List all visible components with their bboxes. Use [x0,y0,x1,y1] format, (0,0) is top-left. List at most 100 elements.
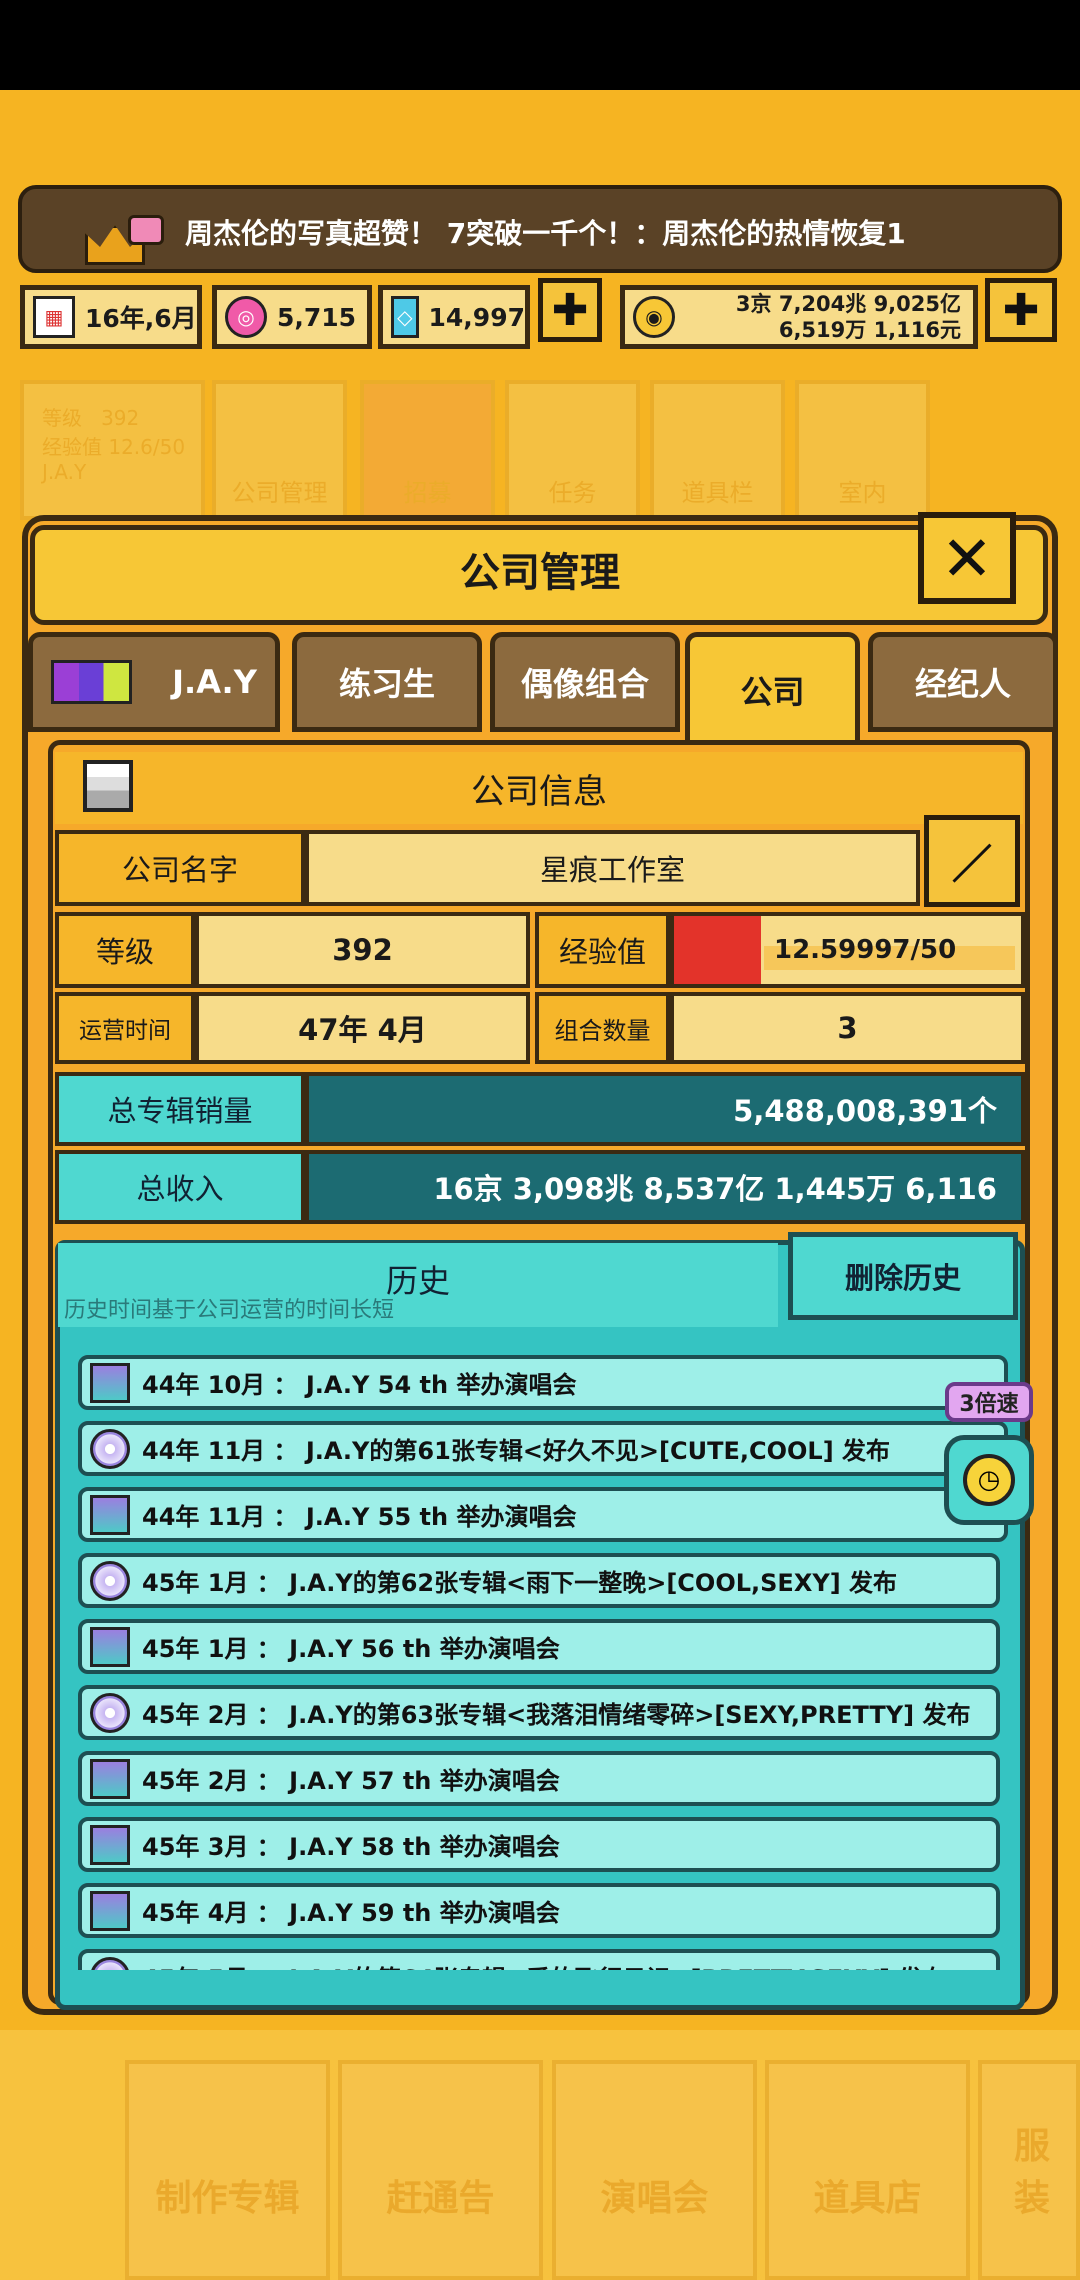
close-icon: ✕ [941,521,993,595]
bg-menu-quest: 任务 [505,380,640,520]
history-item: 44年 10月 ： J.A.Y 54 th 举办演唱会 [78,1355,1008,1410]
history-item: 45年 2月 ： J.A.Y 57 th 举办演唱会 [78,1751,1000,1806]
date-display: ▦ 16年,6月 [20,285,202,349]
history-item-text: 45年 1月 ： J.A.Y 56 th 举办演唱会 [142,1635,560,1663]
ticker-text: 周杰伦的写真超赞！ 7突破一千个！：周杰伦的热情恢复1 [185,217,906,250]
bg-group-label: J.A.Y [42,460,87,484]
add-diamonds-button[interactable]: ✚ [538,278,602,342]
history-item: 45年 3月 ： J.A.Y 58 th 举办演唱会 [78,1817,1000,1872]
close-button[interactable]: ✕ [918,512,1016,604]
edit-name-button[interactable]: ／ [924,815,1020,907]
nav-label: 道具店 [813,2178,922,2219]
run-time-value: 47年 4月 [195,992,530,1064]
sales-label: 总专辑销量 [55,1072,305,1146]
bg-menu-inventory: 道具栏 [650,380,785,520]
history-item: 45年 1月 ： J.A.Y 56 th 举办演唱会 [78,1619,1000,1674]
nav-label: 演唱会 [600,2178,709,2219]
bg-menu-label: 任务 [548,479,597,507]
concert-icon [90,1494,130,1535]
sales-value: 5,488,008,391个 [305,1072,1025,1146]
money-display: ◉ 3京 7,204兆 9,025亿 6,519万 1,116元 [620,285,978,349]
gems-display: ◎ 5,715 [212,285,372,349]
bg-menu-label: 道具栏 [681,479,754,507]
bg-menu-recruit: 招募 [360,380,495,520]
company-name-value: 星痕工作室 [305,830,920,906]
diamonds-display: ◇ 14,997 [378,285,530,349]
history-item: 44年 11月 ： J.A.Y 55 th 举办演唱会 [78,1487,1008,1542]
money-line-2: 6,519万 1,116元 [778,318,961,342]
income-label: 总收入 [55,1150,305,1224]
money-line-1: 3京 7,204兆 9,025亿 [735,292,961,316]
tab-jay[interactable]: J.A.Y [28,632,280,732]
bg-level-value: 392 [101,406,140,430]
tab-agents[interactable]: 经纪人 [868,632,1058,732]
tab-label: 偶像组合 [520,665,649,703]
coin-icon: ◉ [633,296,675,338]
delete-history-button[interactable]: 删除历史 [788,1232,1018,1320]
nav-make-album[interactable]: 制作专辑 [125,2060,330,2280]
history-note: 历史时间基于公司运营的时间长短 [64,1298,395,1323]
album-disc-icon [90,1692,130,1733]
nav-label: 服装 [1014,2126,1051,2219]
nav-label: 制作专辑 [155,2178,300,2219]
nav-schedule[interactable]: 赶通告 [338,2060,543,2280]
nav-label: 赶通告 [386,2178,495,2219]
concert-icon [90,1758,130,1799]
run-time-label: 运营时间 [55,992,195,1064]
history-item: 45年 4月 ： J.A.Y 59 th 举办演唱会 [78,1883,1000,1938]
level-label: 等级 [55,912,195,988]
bg-menu-label: 室内 [838,479,887,507]
history-item: 44年 11月 ： J.A.Y的第61张专辑<好久不见>[CUTE,COOL] … [78,1421,1008,1476]
group-count-label: 组合数量 [535,992,670,1064]
nav-item-shop[interactable]: 道具店 [765,2060,970,2280]
bg-level-label: 等级 [42,406,82,430]
speed-label: 3倍速 [945,1382,1033,1422]
history-item-text: 45年 3月 ： J.A.Y 58 th 举办演唱会 [142,1833,560,1861]
history-title: 历史 [385,1262,450,1300]
speed-button[interactable]: ◷ [944,1435,1034,1525]
bg-exp-label: 经验值 12.6/50 [42,435,186,459]
history-item: 45年 5月 ： J.A.Y的第64张专辑<爱的飞行日记>[PRETTY,SEX… [78,1949,1000,1970]
album-disc-icon [90,1428,130,1469]
group-icon [51,660,133,704]
album-disc-icon [90,1560,130,1601]
section-title: 公司信息 [471,771,607,812]
company-info-header: 公司信息 [55,752,1023,824]
income-value: 16京 3,098兆 8,537亿 1,445万 6,116 [305,1150,1025,1224]
bg-menu-label: 公司管理 [231,479,328,507]
building-icon [83,760,133,812]
tab-idol-groups[interactable]: 偶像组合 [490,632,680,732]
tab-label: 公司 [740,672,805,711]
gem-icon: ◎ [225,296,267,338]
gems-value: 5,715 [277,302,357,332]
status-bar [0,0,1080,90]
history-item-text: 45年 4月 ： J.A.Y 59 th 举办演唱会 [142,1899,560,1927]
tab-label: J.A.Y [172,663,257,701]
bg-menu-company: 公司管理 [212,380,347,520]
clock-icon: ◷ [963,1454,1015,1506]
concert-icon [90,1824,130,1865]
bg-company-status: 等级 392 经验值 12.6/50 J.A.Y [20,380,205,520]
nav-concert[interactable]: 演唱会 [552,2060,757,2280]
exp-label: 经验值 [535,912,670,988]
diamonds-value: 14,997 [428,302,525,332]
tab-company[interactable]: 公司 [685,632,860,742]
message-icon [128,215,164,245]
group-count-value: 3 [670,992,1025,1064]
calendar-icon: ▦ [33,296,75,338]
nav-clothing[interactable]: 服装 [978,2060,1080,2280]
level-value: 392 [195,912,530,988]
add-money-button[interactable]: ✚ [985,278,1057,342]
bg-menu-label: 招募 [403,479,452,507]
history-item-text: 45年 1月 ： J.A.Y的第62张专辑<雨下一整晚>[COOL,SEXY] … [142,1569,898,1597]
history-item-text: 44年 11月 ： J.A.Y的第61张专辑<好久不见>[CUTE,COOL] … [142,1437,891,1465]
concert-icon [90,1626,130,1667]
tab-trainees[interactable]: 练习生 [292,632,482,732]
history-item-text: 45年 5月 ： J.A.Y的第64张专辑<爱的飞行日记>[PRETTY,SEX… [142,1959,946,1970]
exp-value: 12.59997/50 [774,935,957,965]
concert-icon [90,1362,130,1403]
date-text: 16年,6月 [85,304,197,333]
diamond-icon: ◇ [391,296,419,338]
exp-bar: 12.59997/50 [670,912,1025,988]
history-list[interactable]: 44年 10月 ： J.A.Y 54 th 举办演唱会 44年 11月 ： J.A… [62,1330,1017,1970]
